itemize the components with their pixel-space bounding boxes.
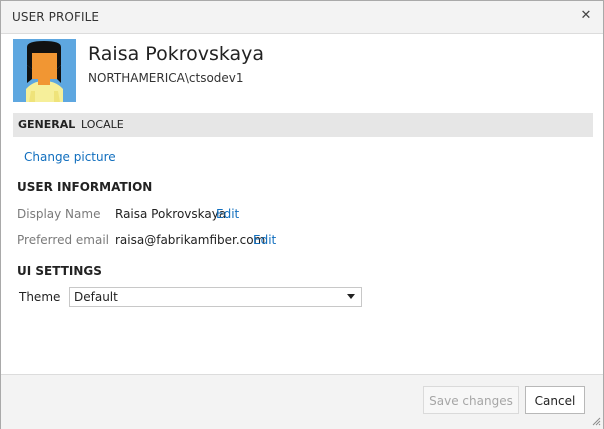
user-avatar-icon xyxy=(13,39,76,102)
cancel-button[interactable]: Cancel xyxy=(525,386,585,414)
dialog-footer: Save changes Cancel xyxy=(1,374,603,429)
theme-label: Theme xyxy=(19,290,61,304)
save-changes-button[interactable]: Save changes xyxy=(423,386,519,414)
change-picture-link[interactable]: Change picture xyxy=(24,150,116,164)
tab-locale[interactable]: LOCALE xyxy=(81,118,124,131)
display-name-value: Raisa Pokrovskaya xyxy=(115,207,227,221)
ui-settings-heading: UI SETTINGS xyxy=(17,264,102,278)
edit-preferred-email-link[interactable]: Edit xyxy=(253,233,276,247)
tab-general[interactable]: GENERAL xyxy=(18,118,75,131)
profile-account: NORTHAMERICA\ctsodev1 xyxy=(88,71,244,85)
dialog-titlebar: USER PROFILE ✕ xyxy=(1,1,603,34)
profile-name: Raisa Pokrovskaya xyxy=(88,43,265,65)
user-profile-dialog: USER PROFILE ✕ Raisa Pokrovskaya NORTHAM… xyxy=(0,0,604,429)
theme-selected-value: Default xyxy=(74,290,118,304)
dialog-title: USER PROFILE xyxy=(12,10,100,24)
close-icon[interactable]: ✕ xyxy=(579,8,593,24)
edit-display-name-link[interactable]: Edit xyxy=(216,207,239,221)
preferred-email-value: raisa@fabrikamfiber.com xyxy=(115,233,266,247)
chevron-down-icon xyxy=(347,294,355,299)
theme-select[interactable]: Default xyxy=(69,287,362,307)
user-information-heading: USER INFORMATION xyxy=(17,180,153,194)
display-name-label: Display Name xyxy=(17,207,101,221)
tab-strip: GENERAL LOCALE xyxy=(13,113,593,137)
resize-grip-icon[interactable] xyxy=(591,416,601,426)
preferred-email-label: Preferred email xyxy=(17,233,109,247)
